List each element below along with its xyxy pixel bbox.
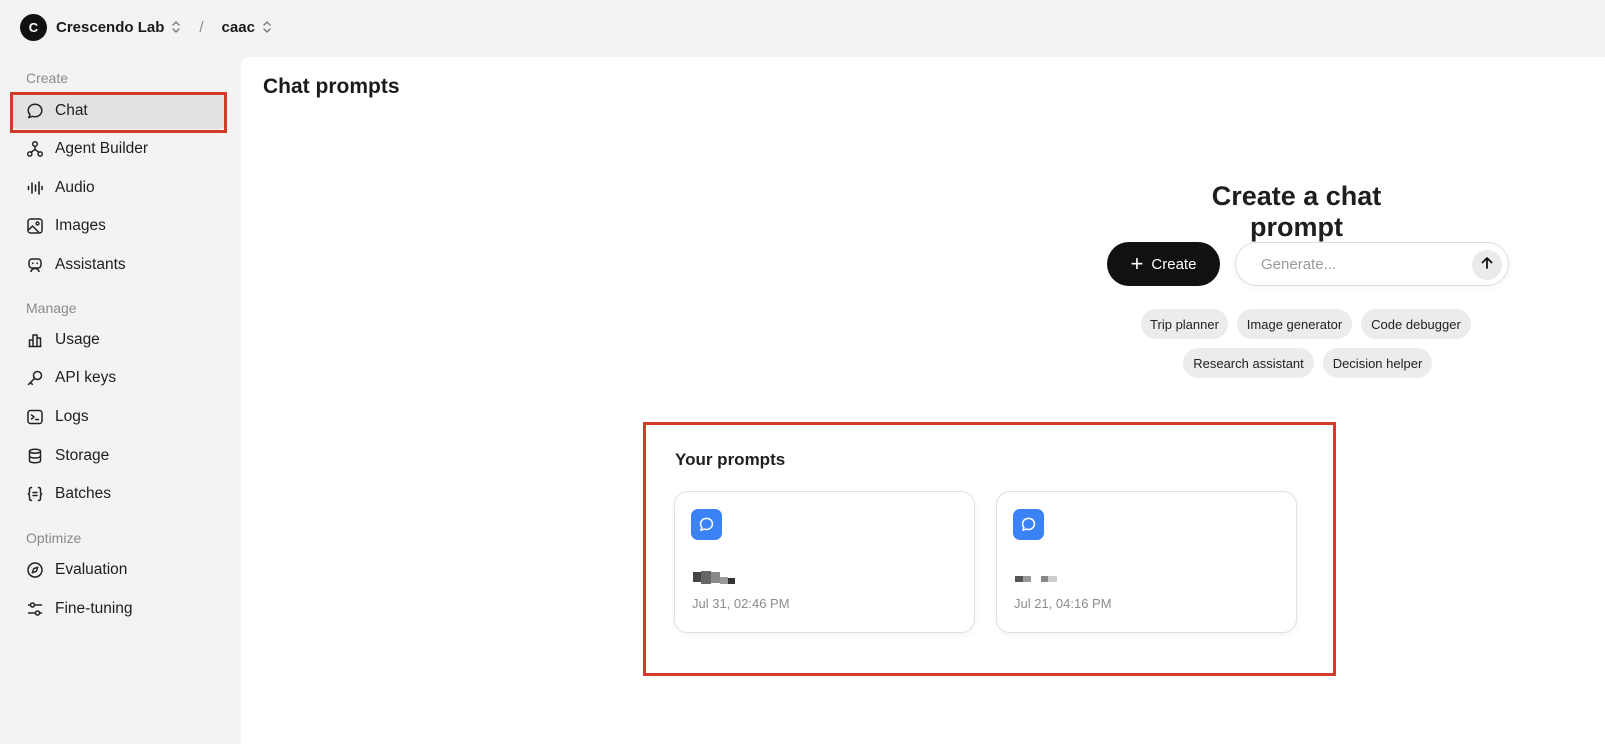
prompt-name-redacted (693, 569, 735, 585)
robot-icon (26, 256, 44, 274)
sidebar-item-logs[interactable]: Logs (12, 399, 225, 435)
chevron-updown-icon[interactable] (262, 20, 272, 34)
sidebar-item-label: Agent Builder (55, 140, 149, 157)
bar-chart-icon (26, 331, 44, 349)
plus-icon: + (1130, 251, 1144, 276)
sidebar-item-label: Usage (55, 331, 100, 348)
sidebar-item-label: Assistants (55, 256, 126, 273)
top-bar: C Crescendo Lab / caac (0, 0, 1605, 54)
chat-bubble-icon (1013, 509, 1044, 540)
chat-bubble-icon (691, 509, 722, 540)
key-icon (26, 369, 44, 387)
create-button-label: Create (1151, 255, 1197, 273)
audio-wave-icon (26, 179, 44, 197)
sidebar-item-images[interactable]: Images (12, 208, 225, 244)
sidebar-item-assistants[interactable]: Assistants (12, 247, 225, 283)
sidebar-item-batches[interactable]: Batches (12, 476, 225, 512)
org-avatar[interactable]: C (20, 13, 47, 41)
sidebar: Create Chat Agent Builder Audio Images A… (0, 54, 240, 744)
prompt-card[interactable]: Jul 31, 02:46 PM (674, 491, 975, 633)
create-heading: Create a chat prompt (1211, 181, 1382, 242)
sidebar-item-label: Logs (55, 408, 89, 425)
database-icon (26, 447, 44, 465)
section-title-optimize: Optimize (26, 530, 82, 546)
sidebar-item-audio[interactable]: Audio (12, 170, 225, 206)
chevron-updown-icon[interactable] (171, 20, 181, 34)
breadcrumb-separator: / (199, 18, 204, 36)
org-name[interactable]: Crescendo Lab (56, 19, 164, 36)
arrow-up-icon (1480, 256, 1494, 275)
sliders-icon (26, 600, 44, 618)
sidebar-item-label: API keys (55, 369, 117, 386)
sidebar-item-label: Fine-tuning (55, 600, 133, 617)
braces-icon (26, 485, 44, 503)
section-title-manage: Manage (26, 300, 77, 316)
generate-input[interactable] (1261, 255, 1461, 273)
sidebar-item-label: Evaluation (55, 561, 128, 578)
suggestion-chip[interactable]: Code debugger (1361, 309, 1471, 339)
sidebar-item-fine-tuning[interactable]: Fine-tuning (12, 591, 225, 627)
page-title: Chat prompts (263, 75, 400, 98)
sidebar-item-label: Chat (55, 102, 88, 119)
prompt-name-redacted (1015, 569, 1057, 585)
sidebar-item-label: Storage (55, 447, 110, 464)
send-button[interactable] (1472, 250, 1502, 280)
generate-box (1235, 242, 1509, 286)
prompt-card[interactable]: Jul 21, 04:16 PM (996, 491, 1297, 633)
sidebar-item-label: Audio (55, 179, 95, 196)
image-icon (26, 217, 44, 235)
sidebar-item-evaluation[interactable]: Evaluation (12, 552, 225, 588)
sidebar-item-agent-builder[interactable]: Agent Builder (12, 131, 225, 167)
project-name[interactable]: caac (222, 19, 255, 36)
suggestion-chip[interactable]: Image generator (1237, 309, 1352, 339)
prompt-date: Jul 21, 04:16 PM (1014, 596, 1112, 611)
sidebar-item-label: Batches (55, 485, 112, 502)
agent-builder-icon (26, 140, 44, 158)
suggestion-chip[interactable]: Trip planner (1141, 309, 1228, 339)
prompt-date: Jul 31, 02:46 PM (692, 596, 790, 611)
chat-bubble-icon (26, 102, 44, 120)
suggestion-chip[interactable]: Decision helper (1323, 348, 1432, 378)
sidebar-item-api-keys[interactable]: API keys (12, 360, 225, 396)
sidebar-item-chat[interactable]: Chat (12, 93, 225, 129)
your-prompts-title: Your prompts (675, 450, 786, 469)
section-title-create: Create (26, 70, 69, 86)
create-button[interactable]: + Create (1107, 242, 1220, 286)
sidebar-item-label: Images (55, 217, 106, 234)
sidebar-item-usage[interactable]: Usage (12, 322, 225, 358)
main-panel: Chat prompts Create a chat prompt + Crea… (241, 57, 1605, 744)
sidebar-item-storage[interactable]: Storage (12, 438, 225, 474)
suggestion-chip[interactable]: Research assistant (1183, 348, 1314, 378)
terminal-icon (26, 408, 44, 426)
compass-icon (26, 561, 44, 579)
